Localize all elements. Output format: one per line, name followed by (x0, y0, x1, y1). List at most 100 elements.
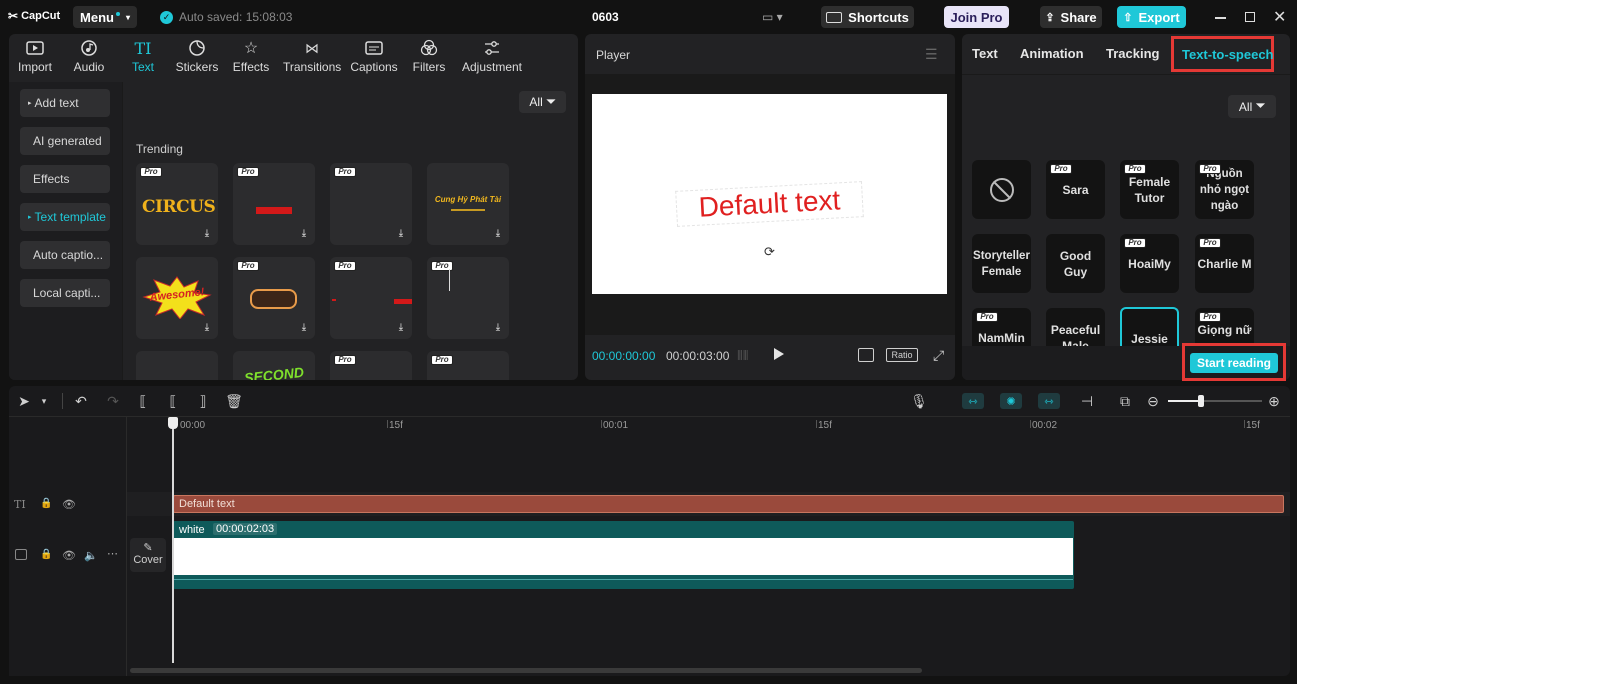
sidebar-item-ai-generated[interactable]: AI generated (20, 127, 110, 155)
restore-icon[interactable] (1245, 12, 1255, 22)
minimize-icon[interactable] (1215, 17, 1226, 19)
toolbar-audio[interactable]: Audio (61, 38, 117, 74)
template-tile[interactable]: Pro ⤓ (233, 257, 315, 339)
voice-giong-nu[interactable]: Pro Giọng nữ (1195, 308, 1254, 346)
playhead-handle[interactable] (168, 417, 178, 429)
toolbar-stickers[interactable]: Stickers (169, 38, 225, 74)
cover-button[interactable]: ✎ Cover (130, 538, 166, 572)
voice-hoaimy[interactable]: Pro HoaiMy (1120, 234, 1179, 293)
split-right-icon[interactable]: ⟧ (194, 393, 212, 409)
tab-animation[interactable]: Animation (1020, 46, 1084, 61)
microphone-icon[interactable]: 🎙 (910, 393, 928, 409)
text-clip[interactable]: Default text (173, 495, 1284, 513)
eye-icon[interactable]: 👁 (62, 498, 76, 511)
undo-icon[interactable]: ↶ (72, 393, 90, 409)
zoom-slider[interactable] (1168, 395, 1262, 407)
download-icon[interactable]: ⤓ (298, 322, 310, 334)
linkage-icon[interactable]: ⇿ (1038, 393, 1060, 409)
toolbar-import[interactable]: Import (9, 38, 63, 74)
zoom-in-icon[interactable]: ⊕ (1266, 393, 1282, 409)
sidebar-item-text-template[interactable]: ▸ Text template (20, 203, 110, 231)
tab-text[interactable]: Text (972, 46, 998, 61)
video-clip[interactable]: white 00:00:02:03 (173, 521, 1074, 589)
voice-jessie[interactable]: Jessie (1120, 307, 1179, 346)
voice-nammin[interactable]: Pro NamMin (972, 308, 1031, 346)
template-tile[interactable]: SECOND (233, 351, 315, 380)
template-tile[interactable]: Pro (330, 351, 412, 380)
voice-none[interactable] (972, 160, 1031, 219)
voice-storyteller-female[interactable]: Storyteller Female (972, 234, 1031, 293)
download-icon[interactable]: ⤓ (201, 322, 213, 334)
template-tile[interactable]: Pro CIRCUS ⤓ (136, 163, 218, 245)
delete-icon[interactable]: 🗑 (225, 393, 243, 409)
player-menu-icon[interactable]: ☰ (925, 46, 938, 63)
voice-good-guy[interactable]: Good Guy (1046, 234, 1105, 293)
lock-icon[interactable]: 🔒 (40, 549, 52, 560)
speaker-icon[interactable]: 🔈 (84, 549, 98, 562)
timeline-scrollbar[interactable] (130, 668, 922, 673)
fullscreen-icon[interactable]: ⤢ (933, 347, 944, 364)
timeline-grid-icon[interactable]: ⦀⦀ (737, 348, 759, 363)
download-icon[interactable]: ⤓ (298, 228, 310, 240)
download-icon[interactable]: ⤓ (492, 228, 504, 240)
magnet-main-track-icon[interactable]: ⇿ (962, 393, 984, 409)
layout-icon[interactable]: ▭ ▾ (762, 10, 788, 24)
template-tile[interactable] (136, 351, 218, 380)
ratio-button[interactable]: Ratio (886, 348, 918, 362)
voice-sara[interactable]: Pro Sara (1046, 160, 1105, 219)
playhead-line[interactable] (172, 429, 174, 663)
download-icon[interactable]: ⤓ (395, 228, 407, 240)
download-icon[interactable]: ⤓ (201, 228, 213, 240)
fit-screen-icon[interactable] (858, 348, 874, 362)
join-pro-button[interactable]: Join Pro (944, 6, 1009, 28)
template-tile[interactable]: Pro ⤓ (330, 257, 412, 339)
share-button[interactable]: ⇪ Share (1040, 6, 1102, 28)
screen-icon[interactable]: ⧉ (1115, 393, 1135, 409)
voice-charlie-m[interactable]: Pro Charlie M (1195, 234, 1254, 293)
template-tile[interactable]: Awesome! ⤓ (136, 257, 218, 339)
close-icon[interactable]: ✕ (1273, 7, 1286, 27)
tab-tracking[interactable]: Tracking (1106, 46, 1159, 61)
lock-icon[interactable]: 🔒 (40, 498, 52, 509)
sidebar-item-local-captions[interactable]: Local capti... (20, 279, 110, 307)
template-tile[interactable]: Cung Hỷ Phát Tài ⤓ (427, 163, 509, 245)
player-canvas[interactable]: Default text ⟳ (592, 94, 947, 294)
voice-peaceful-male[interactable]: Peaceful Male (1046, 308, 1105, 346)
voice-female-tutor[interactable]: Pro Female Tutor (1120, 160, 1179, 219)
canvas-text-box[interactable]: Default text (675, 181, 864, 227)
download-icon[interactable]: ⤓ (492, 322, 504, 334)
zoom-slider-handle[interactable] (1198, 395, 1204, 407)
toolbar-filters[interactable]: Filters (401, 38, 457, 74)
eye-icon[interactable]: 👁 (62, 549, 76, 562)
redo-icon[interactable]: ↷ (104, 393, 122, 409)
toolbar-text[interactable]: TI Text (115, 38, 171, 75)
sidebar-item-add-text[interactable]: ▸ Add text (20, 89, 110, 117)
play-icon[interactable] (774, 348, 784, 360)
sidebar-item-auto-captions[interactable]: Auto captio... (20, 241, 110, 269)
download-icon[interactable]: ⤓ (395, 322, 407, 334)
split-left-icon[interactable]: ⟦ (164, 393, 182, 409)
chevron-down-icon[interactable]: ▾ (38, 393, 50, 409)
template-tile[interactable]: Pro ⤓ (330, 163, 412, 245)
preview-axis-icon[interactable]: ⊣ (1077, 393, 1097, 409)
toolbar-effects[interactable]: ☆ Effects (223, 38, 279, 74)
toolbar-adjustment[interactable]: Adjustment (459, 38, 525, 74)
zoom-out-icon[interactable]: ⊖ (1145, 393, 1161, 409)
shortcuts-button[interactable]: Shortcuts (821, 6, 914, 28)
sidebar-item-effects[interactable]: Effects (20, 165, 110, 193)
export-button[interactable]: ⇧ Export (1117, 6, 1186, 28)
tab-text-to-speech-highlight[interactable]: Text-to-speech (1171, 36, 1274, 72)
select-cursor-icon[interactable]: ➤ (17, 393, 31, 409)
template-tile[interactable]: Pro ⤓ (427, 257, 509, 339)
rotate-handle-icon[interactable]: ⟳ (764, 244, 775, 260)
template-tile[interactable]: Pro ⤓ (233, 163, 315, 245)
start-reading-button[interactable]: Start reading (1190, 353, 1278, 373)
toolbar-captions[interactable]: Captions (346, 38, 402, 74)
auto-snap-icon[interactable]: ✺ (1000, 393, 1022, 409)
menu-button[interactable]: Menu ▾ (73, 6, 137, 28)
voice-nguon-nho-ngot-ngao[interactable]: Pro Nguồn nhỏ ngọt ngào (1195, 160, 1254, 219)
more-icon[interactable]: ⋯ (107, 547, 118, 560)
toolbar-transitions[interactable]: ⋈ Transitions (283, 38, 341, 75)
split-icon[interactable]: ⟦ (134, 393, 152, 409)
library-filter-button[interactable]: All ⏷ (519, 91, 566, 113)
